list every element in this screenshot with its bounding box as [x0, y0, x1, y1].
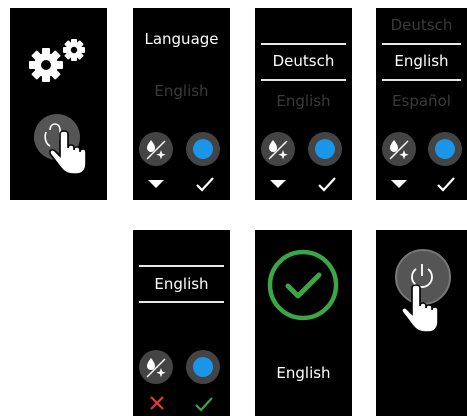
check-icon[interactable]: [194, 396, 214, 412]
language-option[interactable]: English: [133, 82, 230, 100]
screen-title: Language: [144, 30, 219, 48]
selection-top-line: [382, 43, 461, 45]
x-icon[interactable]: [148, 394, 166, 412]
water-sparkle-button[interactable]: [382, 132, 416, 166]
next-language[interactable]: English: [255, 92, 352, 110]
selection-top-line: [261, 43, 346, 45]
selection-top-line: [139, 265, 224, 267]
select-dot-icon: [193, 139, 213, 159]
water-sparkle-icon: [146, 358, 166, 378]
select-button[interactable]: [428, 132, 462, 166]
gear-icon: [29, 39, 85, 82]
triangle-down-icon[interactable]: [391, 180, 407, 188]
screen-confirmed: English: [255, 230, 352, 416]
selected-language[interactable]: English: [376, 52, 467, 70]
selection-bottom-line: [382, 79, 461, 81]
screen-deutsch: Deutsch English: [255, 8, 352, 200]
selection-bottom-line: [139, 301, 224, 303]
select-dot-icon: [193, 357, 213, 377]
selected-language[interactable]: Deutsch: [255, 52, 352, 70]
select-button[interactable]: [186, 132, 220, 166]
water-sparkle-icon: [146, 140, 166, 160]
check-icon[interactable]: [317, 176, 337, 192]
touch-hand-icon: [401, 284, 439, 333]
screen-language: Language English: [133, 8, 230, 200]
water-sparkle-icon: [389, 140, 409, 160]
confirmed-language: English: [276, 364, 331, 382]
selected-language[interactable]: English: [133, 275, 230, 293]
check-icon[interactable]: [195, 176, 215, 192]
check-icon[interactable]: [436, 176, 456, 192]
triangle-down-icon[interactable]: [148, 180, 164, 188]
selection-bottom-line: [261, 79, 346, 81]
select-dot-icon: [435, 139, 455, 159]
prev-language[interactable]: Deutsch: [376, 16, 467, 34]
screen-power: [376, 230, 467, 416]
select-button[interactable]: [308, 132, 342, 166]
triangle-down-icon[interactable]: [270, 180, 286, 188]
water-sparkle-button[interactable]: [261, 132, 295, 166]
water-sparkle-button[interactable]: [139, 132, 173, 166]
screen-english-list: Deutsch English Español: [376, 8, 467, 200]
check-circle-icon: [267, 249, 339, 321]
screen-settings: [10, 8, 107, 200]
touch-hand-icon: [44, 123, 87, 175]
water-sparkle-button[interactable]: [139, 350, 173, 384]
screen-confirm: English: [133, 230, 230, 416]
select-button[interactable]: [186, 350, 220, 384]
next-language[interactable]: Español: [376, 92, 467, 110]
select-dot-icon: [315, 139, 335, 159]
water-sparkle-icon: [268, 140, 288, 160]
